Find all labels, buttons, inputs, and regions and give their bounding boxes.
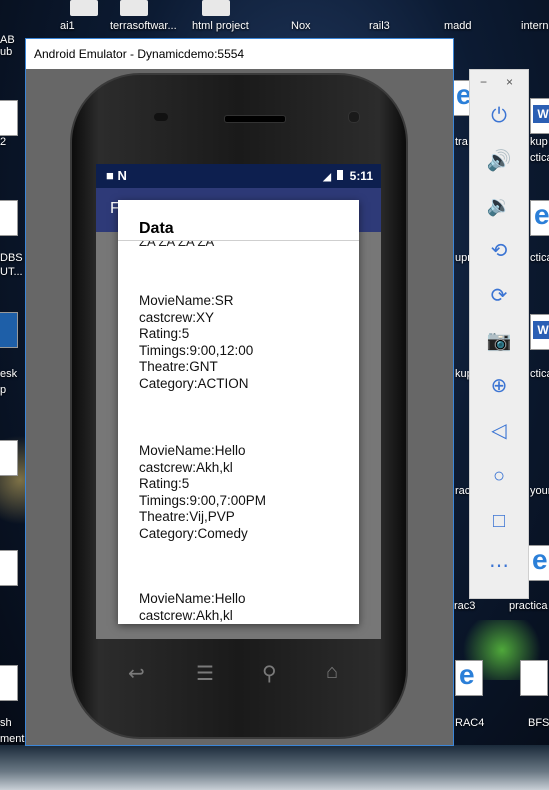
desktop-icon-label[interactable]: 2 [0,136,6,148]
pdf-document-icon [528,545,549,581]
phone-hardware-keys: ↩ ☰ ⚲ ⌂ [26,661,360,691]
file-icon [70,0,98,16]
desktop-icon-label[interactable]: your [530,485,549,497]
desktop-icon-label[interactable]: p [0,384,6,396]
folder-icon [202,0,230,16]
castcrew: castcrew:Akh,kl [139,459,233,475]
close-button[interactable]: × [506,75,513,89]
volume-up-icon[interactable]: 🔊 [484,146,514,176]
sensor-icon [154,113,168,121]
desktop-icon-ai1[interactable]: ai1 [60,0,98,32]
list-item: MovieName:Hello castcrew:Akh,kl Rating:5… [139,443,266,543]
desktop-icon-label[interactable]: ctica [530,252,549,264]
desktop-icon-label[interactable]: esk [0,368,17,380]
movie-name: MovieName:Hello [139,443,246,458]
signal-icon: ◢ [323,172,331,183]
status-right: ◢ 5:11 [323,169,373,183]
emulator-window: Android Emulator - Dynamicdemo:5554 ■ N … [25,38,454,746]
status-time: 5:11 [349,169,373,183]
desktop-icon-label[interactable]: kup [530,136,548,148]
back-key-icon[interactable]: ↩ [128,661,145,686]
desktop-icon-madd[interactable]: madd [444,20,472,32]
phone-screen: ■ N ◢ 5:11 F Data ZA ZA ZA ZA MovieName:… [96,164,381,639]
more-icon[interactable]: ⋯ [484,551,514,581]
home-icon[interactable]: ○ [484,461,514,491]
castcrew: castcrew:XY [139,309,215,325]
dialog-scroll-list[interactable]: ZA ZA ZA ZA MovieName:SR castcrew:XY Rat… [139,241,349,624]
desktop-icon-label[interactable]: ctica [530,152,549,164]
category: Category:Comedy [139,525,248,541]
rotate-right-icon[interactable]: ⟳ [484,281,514,311]
document-icon [0,100,18,136]
home-key-icon[interactable]: ⌂ [326,661,338,684]
desktop-icon-label[interactable]: ctica [530,368,549,380]
desktop-icon-rail3[interactable]: rail3 [369,20,390,32]
wallpaper-bottom [0,745,549,790]
document-icon [0,440,18,476]
pdf-document-icon [530,200,549,236]
movie-name: MovieName:Hello [139,591,246,606]
desktop-top-icons: ai1 terrasoftwar... html project Nox rai… [0,0,549,36]
castcrew: castcrew:Akh,kl [139,607,233,623]
shortcut-icon [0,312,18,348]
overview-icon[interactable]: □ [484,506,514,536]
window-titlebar[interactable]: Android Emulator - Dynamicdemo:5554 [26,39,453,69]
search-key-icon[interactable]: ⚲ [262,661,277,686]
desktop-icon-label[interactable]: tra [455,136,468,148]
desktop-icon-nox[interactable]: Nox [291,20,311,32]
desktop-icon-html-project[interactable]: html project [192,0,249,32]
desktop-icon-label[interactable]: AB [0,34,15,46]
desktop-icon-intern[interactable]: intern [521,20,549,32]
desktop-icon-label[interactable]: RAC4 [455,717,484,729]
rating: Rating:5 [139,326,190,342]
python-file-icon [520,660,548,696]
word-document-icon [530,98,549,134]
category: Category:ACTION [139,375,249,391]
power-icon[interactable]: ⏻ [484,101,514,131]
document-icon [0,200,18,236]
desktop-icon-label[interactable]: rac [455,485,470,497]
camera-icon[interactable]: 📷 [484,326,514,356]
desktop-icon-label[interactable]: DBS [0,252,23,264]
camera-lens-icon [348,111,360,123]
list-item: MovieName:SR castcrew:XY Rating:5 Timing… [139,293,253,393]
list-item: MovieName:Hello castcrew:Akh,kl [139,591,246,624]
desktop-icon-label[interactable]: rac3 [454,600,475,612]
minimize-button[interactable]: − [480,75,487,89]
document-icon [0,550,18,586]
zoom-icon[interactable]: ⊕ [484,371,514,401]
speaker-grille [224,115,286,123]
timings: Timings:9:00,12:00 [139,342,254,358]
notification-icons: ■ N [106,168,127,183]
desktop-icon-label[interactable]: UT... [0,266,23,278]
pdf-document-icon [452,80,472,116]
word-document-icon [530,314,549,350]
back-icon[interactable]: ◁ [484,416,514,446]
battery-icon [337,170,344,180]
desktop-icon-label[interactable]: ment [0,733,24,745]
data-dialog: Data ZA ZA ZA ZA MovieName:SR castcrew:X… [118,200,359,624]
file-icon [120,0,148,16]
movie-name: MovieName:SR [139,293,234,308]
emulator-toolbar: − × ⏻ 🔊 🔉 ⟲ ⟳ 📷 ⊕ ◁ ○ □ ⋯ [469,69,529,599]
desktop-icon-label[interactable]: practica [509,600,548,612]
pdf-document-icon [455,660,483,696]
desktop-icon-label[interactable]: sh [0,717,12,729]
status-bar: ■ N ◢ 5:11 [96,164,381,188]
volume-down-icon[interactable]: 🔉 [484,191,514,221]
cut-off-text: ZA ZA ZA ZA [139,241,215,249]
theatre: Theatre:GNT [139,359,218,375]
rating: Rating:5 [139,476,190,492]
theatre: Theatre:Vij,PVP [139,509,235,525]
menu-key-icon[interactable]: ☰ [196,661,214,686]
desktop-icon-terrasoftware[interactable]: terrasoftwar... [110,0,177,32]
dialog-title: Data [139,220,174,237]
document-icon [0,665,18,701]
rotate-left-icon[interactable]: ⟲ [484,236,514,266]
desktop-icon-label[interactable]: ub [0,46,12,58]
window-title: Android Emulator - Dynamicdemo:5554 [34,47,245,61]
timings: Timings:9:00,7:00PM [139,492,267,508]
desktop-icon-label[interactable]: BFS [528,717,549,729]
